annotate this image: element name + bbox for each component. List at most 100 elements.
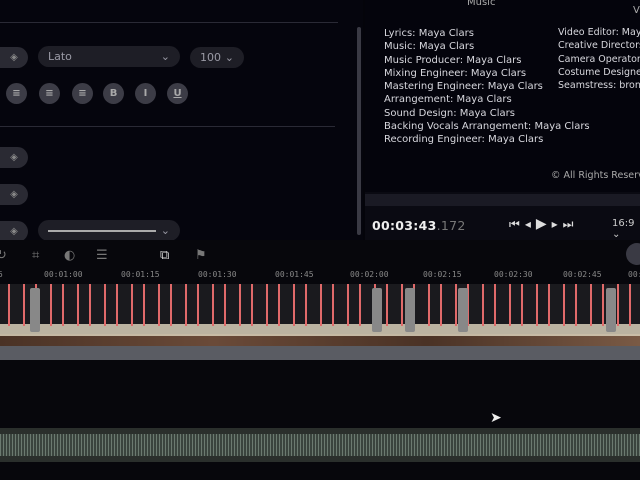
clip-marker[interactable] [509, 284, 511, 326]
clip-marker[interactable] [23, 284, 25, 326]
clip-marker[interactable] [131, 284, 133, 326]
clip-marker[interactable] [212, 284, 214, 326]
copyright: © All Rights Reserved [551, 170, 640, 181]
timeline-tick-label: 00:01:45 [275, 270, 314, 279]
clip-marker[interactable] [494, 284, 496, 326]
current-time: 00:03:43.172 [372, 218, 466, 233]
video-preview: Music Vi Lyrics: Maya Clars Music: Maya … [365, 0, 640, 192]
mouse-cursor-icon: ➤ [490, 410, 502, 426]
align-justify-button[interactable]: ≡ [39, 83, 60, 104]
clip-marker[interactable] [440, 284, 442, 326]
scrollbar[interactable] [357, 27, 361, 235]
clip-marker[interactable] [347, 284, 349, 326]
redo-icon[interactable]: ↻ [0, 248, 7, 263]
aspect-ratio-dropdown[interactable]: 16:9 ⌄ [612, 218, 640, 240]
timeline-tick-label: 00:01:00 [44, 270, 83, 279]
skip-start-icon[interactable]: ⏮ [509, 217, 525, 231]
credit-line: Costume Designer: M [558, 66, 640, 78]
clip-marker[interactable] [629, 284, 631, 326]
fill-color-icon[interactable]: ◈ [0, 147, 28, 168]
font-size-value: 100 [200, 51, 221, 64]
italic-button[interactable]: I [135, 83, 156, 104]
fill-color-icon[interactable]: ◈ [0, 221, 28, 242]
clip-marker[interactable] [332, 284, 334, 326]
next-frame-icon[interactable]: ▸ [552, 217, 563, 231]
clip-thumbnail[interactable] [606, 288, 616, 332]
clip-marker[interactable] [8, 284, 10, 326]
clip-marker[interactable] [266, 284, 268, 326]
clip-marker[interactable] [239, 284, 241, 326]
clip-marker[interactable] [455, 284, 457, 326]
clip-marker[interactable] [77, 284, 79, 326]
clip-marker[interactable] [617, 284, 619, 326]
clip-marker[interactable] [50, 284, 52, 326]
clip-marker[interactable] [536, 284, 538, 326]
line-preview [48, 229, 156, 232]
align-right-button[interactable]: ≡ [6, 83, 27, 104]
clip-marker[interactable] [428, 284, 430, 326]
video-track[interactable] [0, 284, 640, 360]
clip-thumbnail[interactable] [458, 288, 468, 332]
clip-marker[interactable] [158, 284, 160, 326]
zoom-slider-handle[interactable] [626, 243, 640, 265]
clip-marker[interactable] [116, 284, 118, 326]
overlay-icon[interactable]: ⧉ [160, 248, 169, 263]
skip-end-icon[interactable]: ⏭ [563, 217, 579, 231]
time-main: 00:03:43 [372, 218, 437, 233]
divider [0, 22, 338, 23]
clip-marker[interactable] [293, 284, 295, 326]
clip-thumbnail[interactable] [30, 288, 40, 332]
aspect-value: 16:9 [612, 218, 635, 229]
clip-marker[interactable] [170, 284, 172, 326]
line-style-dropdown[interactable]: ⌄ [38, 220, 180, 241]
clip-marker[interactable] [305, 284, 307, 326]
clip-marker[interactable] [575, 284, 577, 326]
credit-line: Backing Vocals Arrangement: Maya Clars [384, 121, 590, 133]
clip-marker[interactable] [251, 284, 253, 326]
prev-frame-icon[interactable]: ◂ [525, 217, 536, 231]
clip-marker[interactable] [590, 284, 592, 326]
color-adjust-icon[interactable]: ◐ [64, 248, 75, 263]
align-center-button[interactable]: ≡ [72, 83, 93, 104]
clip-marker[interactable] [104, 284, 106, 326]
credit-line: Arrangement: Maya Clars [384, 94, 512, 106]
clip-marker[interactable] [548, 284, 550, 326]
chevron-down-icon: ⌄ [160, 50, 170, 63]
clip-marker[interactable] [320, 284, 322, 326]
underline-button[interactable]: U [167, 83, 188, 104]
clip-marker[interactable] [602, 284, 604, 326]
clip-thumbnail[interactable] [405, 288, 415, 332]
clip-marker[interactable] [62, 284, 64, 326]
clip-marker[interactable] [359, 284, 361, 326]
clip-marker[interactable] [386, 284, 388, 326]
crop-icon[interactable]: ⌗ [32, 248, 39, 263]
timeline-tick-label: 00:02:15 [423, 270, 462, 279]
clip-marker[interactable] [563, 284, 565, 326]
music-heading: Music [467, 0, 496, 8]
progress-track[interactable] [365, 194, 640, 206]
fill-color-icon[interactable]: ◈ [0, 184, 28, 205]
font-dropdown[interactable]: Lato ⌄ [38, 46, 180, 67]
credit-line: Sound Design: Maya Clars [384, 107, 515, 119]
bold-button[interactable]: B [103, 83, 124, 104]
clip-marker[interactable] [197, 284, 199, 326]
clip-marker[interactable] [521, 284, 523, 326]
credit-line: Camera Operators: M [558, 53, 640, 65]
properties-icon[interactable]: ☰ [96, 248, 108, 263]
clip-thumbnail[interactable] [372, 288, 382, 332]
clip-marker[interactable] [482, 284, 484, 326]
clip-marker[interactable] [278, 284, 280, 326]
marker-icon[interactable]: ⚑ [195, 248, 207, 263]
clip-marker[interactable] [89, 284, 91, 326]
clip-marker[interactable] [143, 284, 145, 326]
audio-track[interactable] [0, 428, 640, 462]
clip-marker[interactable] [401, 284, 403, 326]
play-icon[interactable]: ▶ [536, 216, 552, 232]
timeline-tick-label: 00: [628, 270, 640, 279]
clip-marker[interactable] [185, 284, 187, 326]
credits-right: Video Editor: Maya C Creative Directors:… [558, 26, 640, 92]
fill-color-icon[interactable]: ◈ [0, 47, 28, 68]
player-controls: 00:03:43.172 ⏮◂▶▸⏭ 16:9 ⌄ [365, 192, 640, 240]
font-size-dropdown[interactable]: 100 ⌄ [190, 47, 244, 68]
clip-marker[interactable] [224, 284, 226, 326]
